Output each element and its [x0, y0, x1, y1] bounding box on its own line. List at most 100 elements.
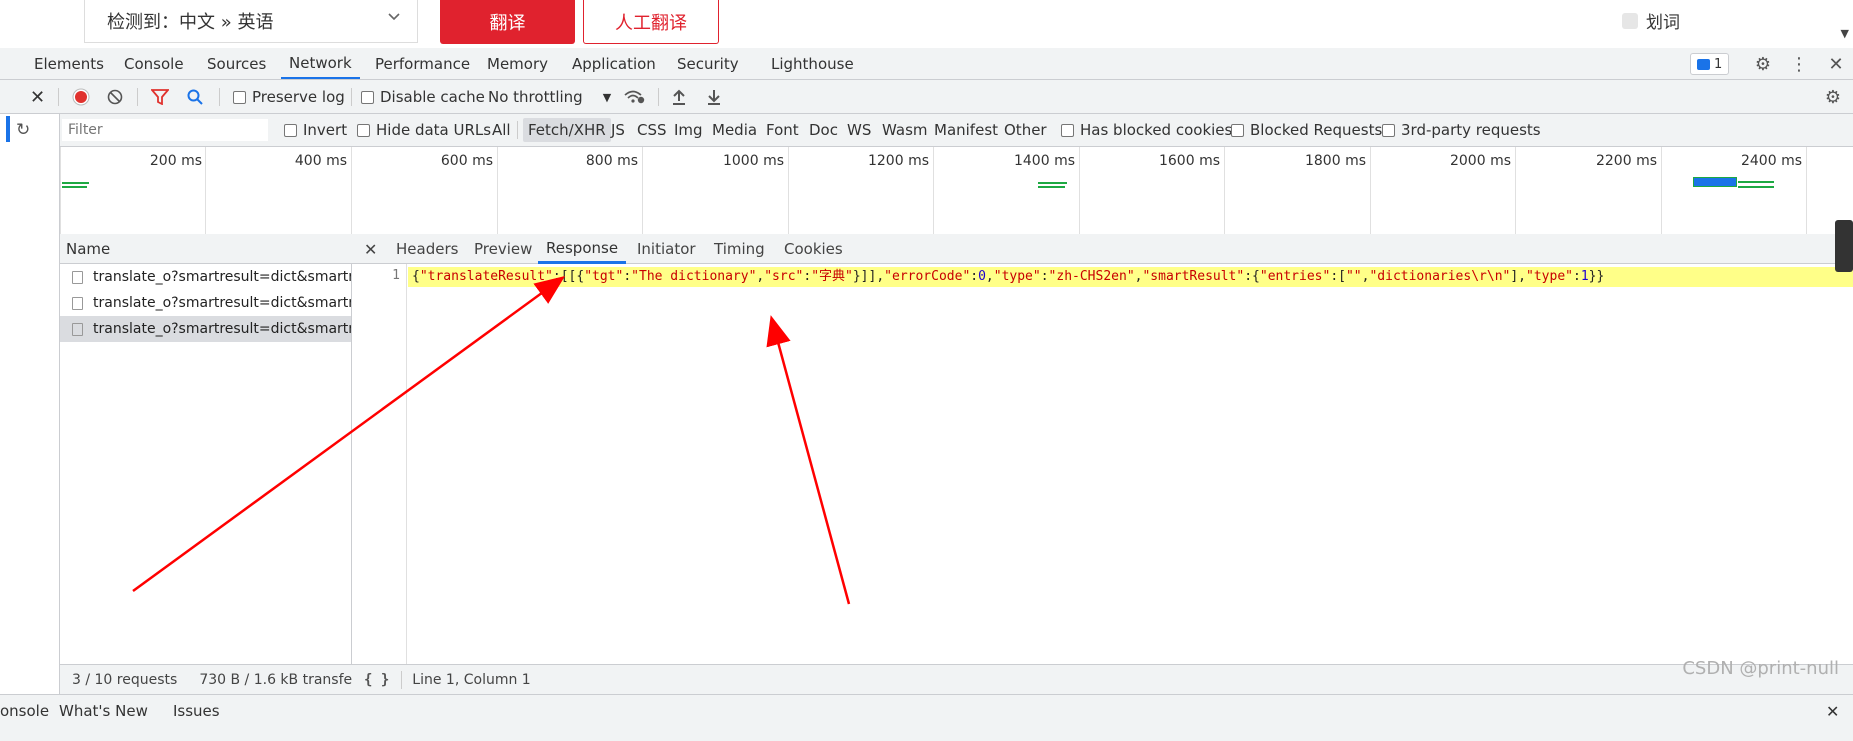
search-icon[interactable]	[187, 80, 203, 114]
tab-initiator[interactable]: Initiator	[637, 234, 696, 264]
request-row[interactable]: translate_o?smartresult=dict&smartr...	[60, 290, 351, 316]
filter-icon[interactable]	[151, 80, 169, 114]
type-img[interactable]: Img	[674, 114, 703, 146]
record-icon[interactable]	[72, 80, 90, 114]
reload-icon[interactable]: ↻	[16, 120, 30, 140]
tab-preview[interactable]: Preview	[474, 234, 532, 264]
json-punctuation: ,	[985, 269, 994, 284]
tab-performance[interactable]: Performance	[375, 48, 470, 79]
human-translate-button[interactable]: 人工翻译	[583, 0, 719, 44]
has-blocked-cookies-checkbox[interactable]	[1061, 123, 1074, 137]
type-wasm[interactable]: Wasm	[882, 114, 928, 146]
network-overview[interactable]: 200 ms 400 ms 600 ms 800 ms 1000 ms 1200…	[60, 147, 1853, 235]
chevron-down-icon	[387, 10, 401, 28]
type-media[interactable]: Media	[712, 114, 757, 146]
response-body[interactable]: {"translateResult":[[{"tgt":"The diction…	[408, 267, 1853, 287]
request-row-selected[interactable]: translate_o?smartresult=dict&smartr...	[60, 316, 351, 342]
clear-icon[interactable]	[107, 80, 123, 114]
tick-label: 1200 ms	[867, 153, 929, 169]
close-drawer-icon[interactable]: ✕	[30, 80, 45, 114]
preserve-log-checkbox[interactable]	[233, 90, 246, 104]
tab-response[interactable]: Response	[538, 234, 627, 264]
more-vertical-icon[interactable]: ⋮	[1788, 53, 1810, 75]
import-har-icon[interactable]	[672, 80, 686, 114]
requests-status: 3 / 10 requests 730 B / 1.6 kB transferr…	[60, 664, 352, 694]
tab-cookies[interactable]: Cookies	[784, 234, 843, 264]
type-doc[interactable]: Doc	[809, 114, 838, 146]
name-column-header[interactable]: Name	[60, 234, 352, 264]
translate-button[interactable]: 翻译	[440, 0, 575, 44]
preserve-log-label: Preserve log	[252, 88, 345, 106]
invert-toggle[interactable]: Invert	[284, 114, 347, 146]
devtools-panel: Elements Console Sources Network Perform…	[0, 48, 1853, 741]
disable-cache-checkbox[interactable]	[361, 90, 374, 104]
type-all[interactable]: All	[492, 114, 511, 146]
type-manifest[interactable]: Manifest	[934, 114, 998, 146]
gridline	[1515, 147, 1516, 234]
tab-elements[interactable]: Elements	[34, 48, 104, 79]
line-number: 1	[392, 268, 400, 283]
close-detail-icon[interactable]: ✕	[364, 234, 377, 264]
tick-label: 400 ms	[294, 153, 347, 169]
tab-application[interactable]: Application	[572, 48, 656, 79]
type-font[interactable]: Font	[766, 114, 799, 146]
file-icon	[72, 322, 83, 336]
third-party-toggle[interactable]: 3rd-party requests	[1382, 114, 1541, 146]
network-conditions-icon[interactable]	[624, 80, 646, 114]
network-settings-gear-icon[interactable]: ⚙	[1822, 86, 1844, 108]
hide-data-urls-checkbox[interactable]	[357, 123, 370, 137]
tab-headers[interactable]: Headers	[396, 234, 458, 264]
type-css[interactable]: CSS	[637, 114, 667, 146]
drawer-tab-whats-new[interactable]: What's New	[59, 699, 148, 723]
export-har-icon[interactable]	[707, 80, 721, 114]
word-select-checkbox[interactable]	[1622, 12, 1638, 29]
drawer-tab-console[interactable]: onsole	[0, 699, 49, 723]
json-string: "tgt"	[584, 269, 624, 284]
type-js[interactable]: JS	[611, 114, 625, 146]
gear-icon[interactable]: ⚙	[1752, 53, 1774, 75]
tab-timing[interactable]: Timing	[714, 234, 765, 264]
tab-sources[interactable]: Sources	[207, 48, 266, 79]
blocked-requests-label: Blocked Requests	[1250, 121, 1383, 139]
type-other[interactable]: Other	[1004, 114, 1047, 146]
file-icon	[72, 296, 83, 310]
preserve-log-toggle[interactable]: Preserve log	[233, 80, 345, 114]
json-punctuation: :[[{	[552, 269, 585, 284]
tab-security[interactable]: Security	[677, 48, 739, 79]
tab-network[interactable]: Network	[281, 48, 360, 79]
json-punctuation: ],	[1510, 269, 1527, 284]
close-drawer-icon[interactable]: ✕	[1826, 699, 1839, 723]
devtools-tabbar: Elements Console Sources Network Perform…	[0, 48, 1853, 80]
side-scroll-handle[interactable]	[1835, 220, 1853, 272]
blocked-requests-toggle[interactable]: Blocked Requests	[1231, 114, 1382, 146]
json-string: "type"	[1526, 269, 1573, 284]
gridline	[1224, 147, 1225, 234]
has-blocked-cookies-toggle[interactable]: Has blocked cookies	[1061, 114, 1232, 146]
tab-lighthouse[interactable]: Lighthouse	[771, 48, 854, 79]
hide-data-urls-toggle[interactable]: Hide data URLs	[357, 114, 491, 146]
request-row[interactable]: translate_o?smartresult=dict&smartr...	[60, 264, 351, 290]
pretty-print-button[interactable]: { }	[352, 672, 401, 688]
issues-badge[interactable]: 1	[1690, 53, 1730, 75]
json-string: "translateResult"	[419, 269, 553, 284]
disable-cache-toggle[interactable]: Disable cache	[361, 80, 485, 114]
json-punctuation: :[	[1330, 269, 1346, 284]
filter-input[interactable]	[62, 119, 268, 141]
type-ws[interactable]: WS	[847, 114, 871, 146]
third-party-checkbox[interactable]	[1382, 123, 1395, 137]
drawer-tab-issues[interactable]: Issues	[173, 699, 220, 723]
close-icon[interactable]: ✕	[1825, 53, 1847, 75]
language-select[interactable]: 检测到：中文 » 英语	[84, 0, 418, 43]
invert-checkbox[interactable]	[284, 123, 297, 137]
tab-memory[interactable]: Memory	[487, 48, 548, 79]
network-toolbar: ✕ Preserve log Disable cache No throttli…	[0, 80, 1853, 114]
scroll-down-arrow-icon[interactable]: ▼	[1841, 27, 1849, 40]
type-fetch-xhr[interactable]: Fetch/XHR	[523, 118, 611, 142]
gridline	[351, 147, 352, 234]
tab-console[interactable]: Console	[124, 48, 184, 79]
throttling-select[interactable]: No throttling ▼	[488, 80, 611, 114]
blocked-requests-checkbox[interactable]	[1231, 123, 1244, 137]
word-select-toggle[interactable]: 划词	[1622, 8, 1680, 33]
divider	[351, 88, 352, 106]
detail-status: { } Line 1, Column 1	[352, 664, 1853, 694]
